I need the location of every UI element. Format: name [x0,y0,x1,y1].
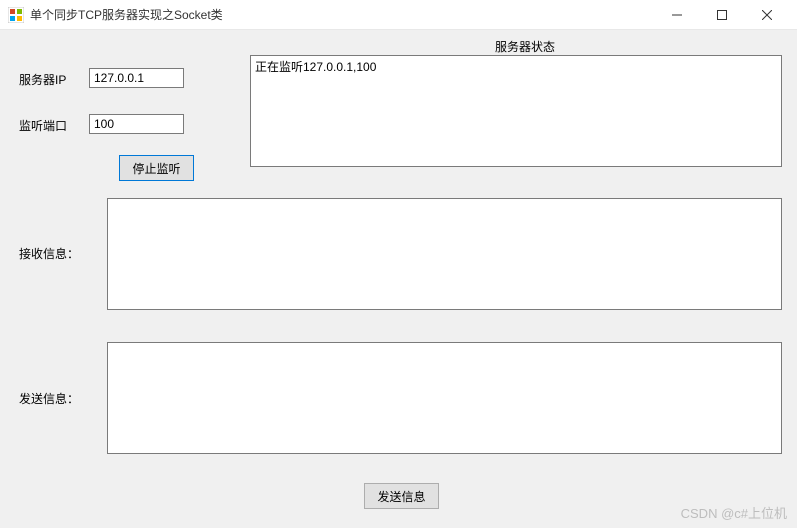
window-controls [654,1,789,29]
server-status-label: 服务器状态 [450,38,600,55]
watermark: CSDN @c#上位机 [681,503,787,522]
send-info-label: 发送信息： [19,390,79,407]
send-info-button[interactable]: 发送信息 [364,483,439,509]
server-ip-label: 服务器IP [19,71,66,88]
app-icon [8,7,24,23]
listen-port-input[interactable] [89,114,184,134]
client-area: 服务器IP 监听端口 停止监听 服务器状态 正在监听127.0.0.1,100 … [0,30,797,528]
listen-port-label: 监听端口 [19,117,67,134]
receive-info-label: 接收信息： [19,245,79,262]
send-info-textarea[interactable] [107,342,782,454]
stop-listen-button[interactable]: 停止监听 [119,155,194,181]
window-title: 单个同步TCP服务器实现之Socket类 [30,6,654,23]
maximize-button[interactable] [699,1,744,29]
close-button[interactable] [744,1,789,29]
titlebar: 单个同步TCP服务器实现之Socket类 [0,0,797,30]
server-ip-input[interactable] [89,68,184,88]
receive-info-textarea[interactable] [107,198,782,310]
minimize-button[interactable] [654,1,699,29]
server-status-textarea[interactable]: 正在监听127.0.0.1,100 [250,55,782,167]
